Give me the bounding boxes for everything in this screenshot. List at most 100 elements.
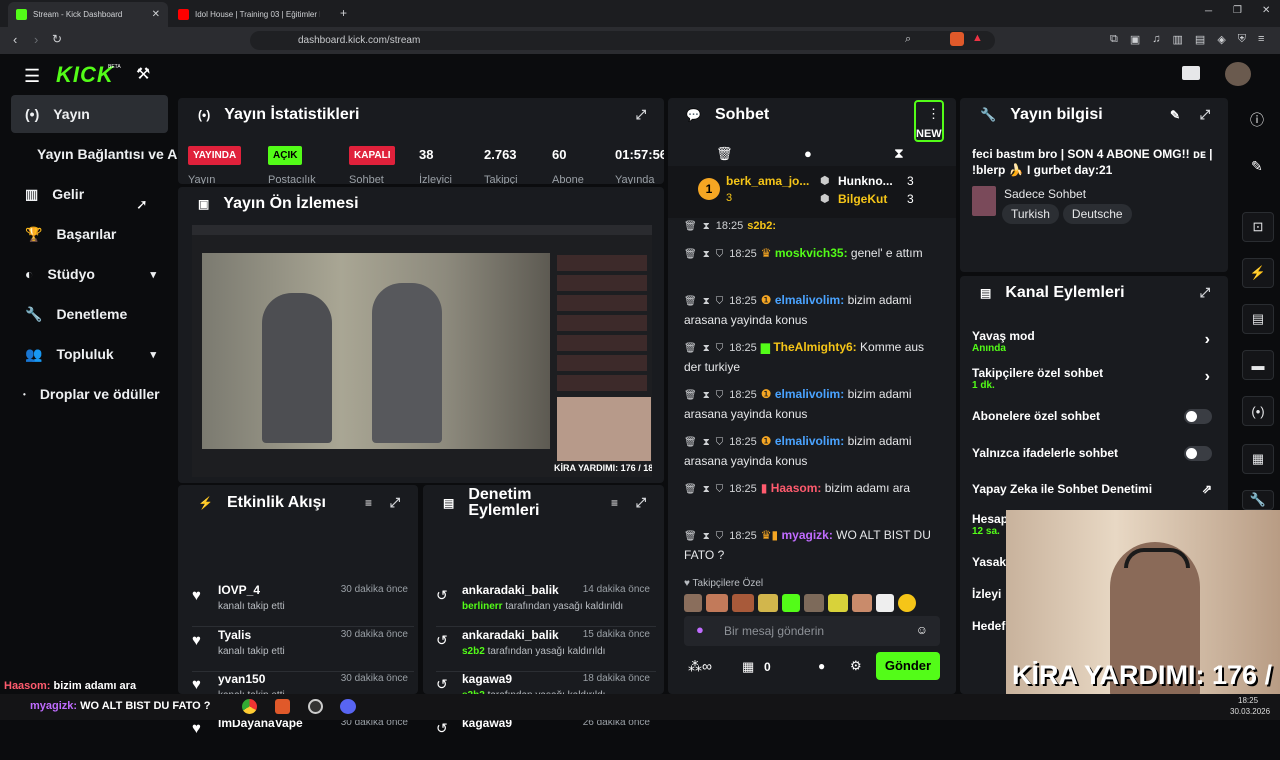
minimize-icon[interactable]: ─ bbox=[1205, 6, 1212, 17]
mod-target-user[interactable]: kagawa9 bbox=[462, 672, 512, 686]
window-close-icon[interactable]: ✕ bbox=[1262, 5, 1270, 16]
chat-bubble-icon[interactable]: ● bbox=[818, 659, 825, 673]
discord-icon[interactable] bbox=[340, 699, 356, 714]
kick-logo[interactable]: KICK bbox=[56, 62, 114, 88]
expand-icon[interactable]: ⤢ bbox=[636, 107, 646, 123]
channel-action-ai-moderation[interactable]: Yapay Zeka ile Sohbet Denetimi ⇗ bbox=[972, 482, 1212, 496]
subs-only-toggle[interactable] bbox=[1184, 409, 1212, 424]
restore-icon[interactable]: ❐ bbox=[1233, 5, 1242, 16]
info-icon[interactable]: ⓘ bbox=[1250, 110, 1264, 130]
brave-icon[interactable] bbox=[275, 699, 290, 714]
emote-icon[interactable] bbox=[828, 594, 848, 612]
emote-icon[interactable] bbox=[732, 594, 754, 612]
emote-icon[interactable] bbox=[876, 594, 894, 612]
sidebar-icon[interactable]: ▥ bbox=[1173, 33, 1183, 46]
chat-bubble-icon[interactable]: ● bbox=[804, 146, 812, 161]
microphone-icon[interactable]: ● bbox=[696, 622, 704, 637]
trash-icon[interactable]: 🗑 bbox=[684, 249, 697, 260]
emoji-icon[interactable]: ☺ bbox=[916, 623, 928, 637]
extensions-icon[interactable]: ⧉ bbox=[1110, 33, 1118, 46]
sidebar-item-droplar[interactable]: • Droplar ve ödüller bbox=[11, 375, 168, 413]
expand-icon[interactable]: ⤢ bbox=[1200, 285, 1210, 301]
emote-only-toggle[interactable] bbox=[1184, 446, 1212, 461]
zoom-icon[interactable]: ⌕ bbox=[905, 33, 911, 46]
edit-icon[interactable]: ✎ bbox=[1170, 108, 1180, 122]
sidebar-item-denetleme[interactable]: 🔧 Denetleme bbox=[11, 295, 168, 333]
shield-icon[interactable]: ⛉ bbox=[716, 390, 724, 401]
wrench-icon[interactable]: 🔧 bbox=[1242, 490, 1274, 510]
document-icon[interactable]: ▤ bbox=[1242, 304, 1274, 334]
shield-icon[interactable]: ◈ bbox=[1217, 33, 1225, 46]
top-chatter-name[interactable]: Hunkno... bbox=[838, 174, 893, 188]
timeout-icon[interactable]: ⧗ bbox=[703, 296, 710, 307]
avatar[interactable] bbox=[1225, 62, 1251, 86]
reload-icon[interactable]: ↻ bbox=[52, 32, 62, 46]
chat-username[interactable]: TheAlmighty6: bbox=[773, 340, 856, 354]
shield-icon[interactable]: ⛉ bbox=[716, 343, 724, 354]
store-icon[interactable]: ▦ bbox=[742, 659, 754, 675]
sidebar-item-yayin[interactable]: (•) Yayın bbox=[11, 95, 168, 133]
tab-kick-dashboard[interactable]: Stream - Kick Dashboard ✕ bbox=[8, 2, 168, 27]
shield-icon[interactable]: ⛉ bbox=[716, 531, 724, 542]
mod-by-user[interactable]: s2b2 bbox=[462, 646, 485, 657]
stream-preview-video[interactable]: KİRA YARDIMI: 176 / 180 bbox=[192, 225, 652, 477]
emote-icon[interactable] bbox=[706, 594, 728, 612]
trash-icon[interactable]: 🗑 bbox=[684, 343, 697, 354]
chat-username[interactable]: elmalivolim: bbox=[775, 387, 844, 401]
edit-icon[interactable]: ✎ bbox=[1251, 158, 1263, 175]
screenshot-icon[interactable]: ▣ bbox=[1130, 33, 1140, 46]
trash-icon[interactable]: 🗑 bbox=[716, 146, 733, 162]
emote-icon[interactable] bbox=[898, 594, 916, 612]
timeout-icon[interactable]: ⧗ bbox=[703, 484, 710, 495]
new-tab-icon[interactable]: + bbox=[340, 6, 347, 20]
tag-chip[interactable]: Turkish bbox=[1002, 204, 1059, 224]
shield-icon[interactable]: ⛉ bbox=[716, 484, 724, 495]
lightning-icon[interactable]: ⚡ bbox=[1242, 258, 1274, 288]
timeout-icon[interactable]: ⧗ bbox=[703, 221, 710, 232]
sidebar-item-studyo[interactable]: ◐ Stüdyo ▾ bbox=[11, 255, 168, 293]
obs-icon[interactable] bbox=[308, 699, 323, 714]
timeout-icon[interactable]: ⧗ bbox=[703, 390, 710, 401]
emote-icon[interactable] bbox=[782, 594, 800, 612]
broadcast-icon[interactable]: (•) bbox=[1242, 396, 1274, 426]
chat-bubble-icon[interactable]: ▬ bbox=[1242, 350, 1274, 380]
expand-icon[interactable]: ⤢ bbox=[1200, 107, 1210, 123]
emote-icon[interactable] bbox=[758, 594, 778, 612]
gear-icon[interactable]: ⚙ bbox=[850, 658, 862, 674]
media-icon[interactable]: ♫ bbox=[1152, 33, 1160, 46]
channel-action-slow-mode[interactable]: Yavaş mod Anında › bbox=[972, 329, 1212, 354]
top-chatter-name[interactable]: BilgeKut bbox=[838, 192, 887, 206]
activity-user[interactable]: yvan150 bbox=[218, 672, 265, 686]
mod-target-user[interactable]: ankaradaki_balik bbox=[462, 583, 559, 597]
vpn-icon[interactable]: ⛨ bbox=[1238, 33, 1246, 46]
expand-icon[interactable]: ⤢ bbox=[636, 495, 646, 511]
chat-username[interactable]: Haasom: bbox=[771, 481, 822, 495]
back-icon[interactable]: ‹ bbox=[13, 32, 17, 47]
sidebar-item-topluluk[interactable]: 👥 Topluluk ▾ bbox=[11, 335, 168, 373]
timeout-icon[interactable]: ⧗ bbox=[703, 343, 710, 354]
trash-icon[interactable]: 🗑 bbox=[684, 531, 697, 542]
trash-icon[interactable]: 🗑 bbox=[684, 390, 697, 401]
hourglass-icon[interactable]: ⧗ bbox=[894, 145, 904, 162]
kick-studio-icon[interactable] bbox=[1182, 66, 1200, 80]
chat-username[interactable]: elmalivolim: bbox=[775, 293, 844, 307]
timeout-icon[interactable]: ⧗ bbox=[703, 437, 710, 448]
filter-icon[interactable]: ≡ bbox=[611, 496, 618, 510]
trash-icon[interactable]: 🗑 bbox=[684, 484, 697, 495]
chrome-icon[interactable] bbox=[242, 699, 257, 714]
shield-icon[interactable]: ⛉ bbox=[716, 249, 724, 260]
expand-icon[interactable]: ⤢ bbox=[390, 495, 400, 511]
capture-icon[interactable]: ⊡ bbox=[1242, 212, 1274, 242]
filter-icon[interactable]: ≡ bbox=[365, 496, 372, 510]
send-button[interactable]: Gönder bbox=[876, 652, 940, 680]
top-chatter-name[interactable]: berk_ama_jo... bbox=[726, 174, 812, 188]
channel-icon[interactable]: ▦ bbox=[1242, 444, 1274, 474]
channel-points-icon[interactable]: ⁂∞ bbox=[688, 658, 712, 675]
mod-by-user[interactable]: berlinerr bbox=[462, 601, 503, 612]
address-bar[interactable]: dashboard.kick.com/stream ⌕ ▲ bbox=[250, 31, 995, 50]
trash-icon[interactable]: 🗑 bbox=[684, 437, 697, 448]
forward-icon[interactable]: › bbox=[34, 32, 38, 47]
shield-icon[interactable]: ⛉ bbox=[716, 296, 724, 307]
activity-user[interactable]: IOVP_4 bbox=[218, 583, 260, 597]
chat-username[interactable]: s2b2: bbox=[747, 220, 776, 232]
